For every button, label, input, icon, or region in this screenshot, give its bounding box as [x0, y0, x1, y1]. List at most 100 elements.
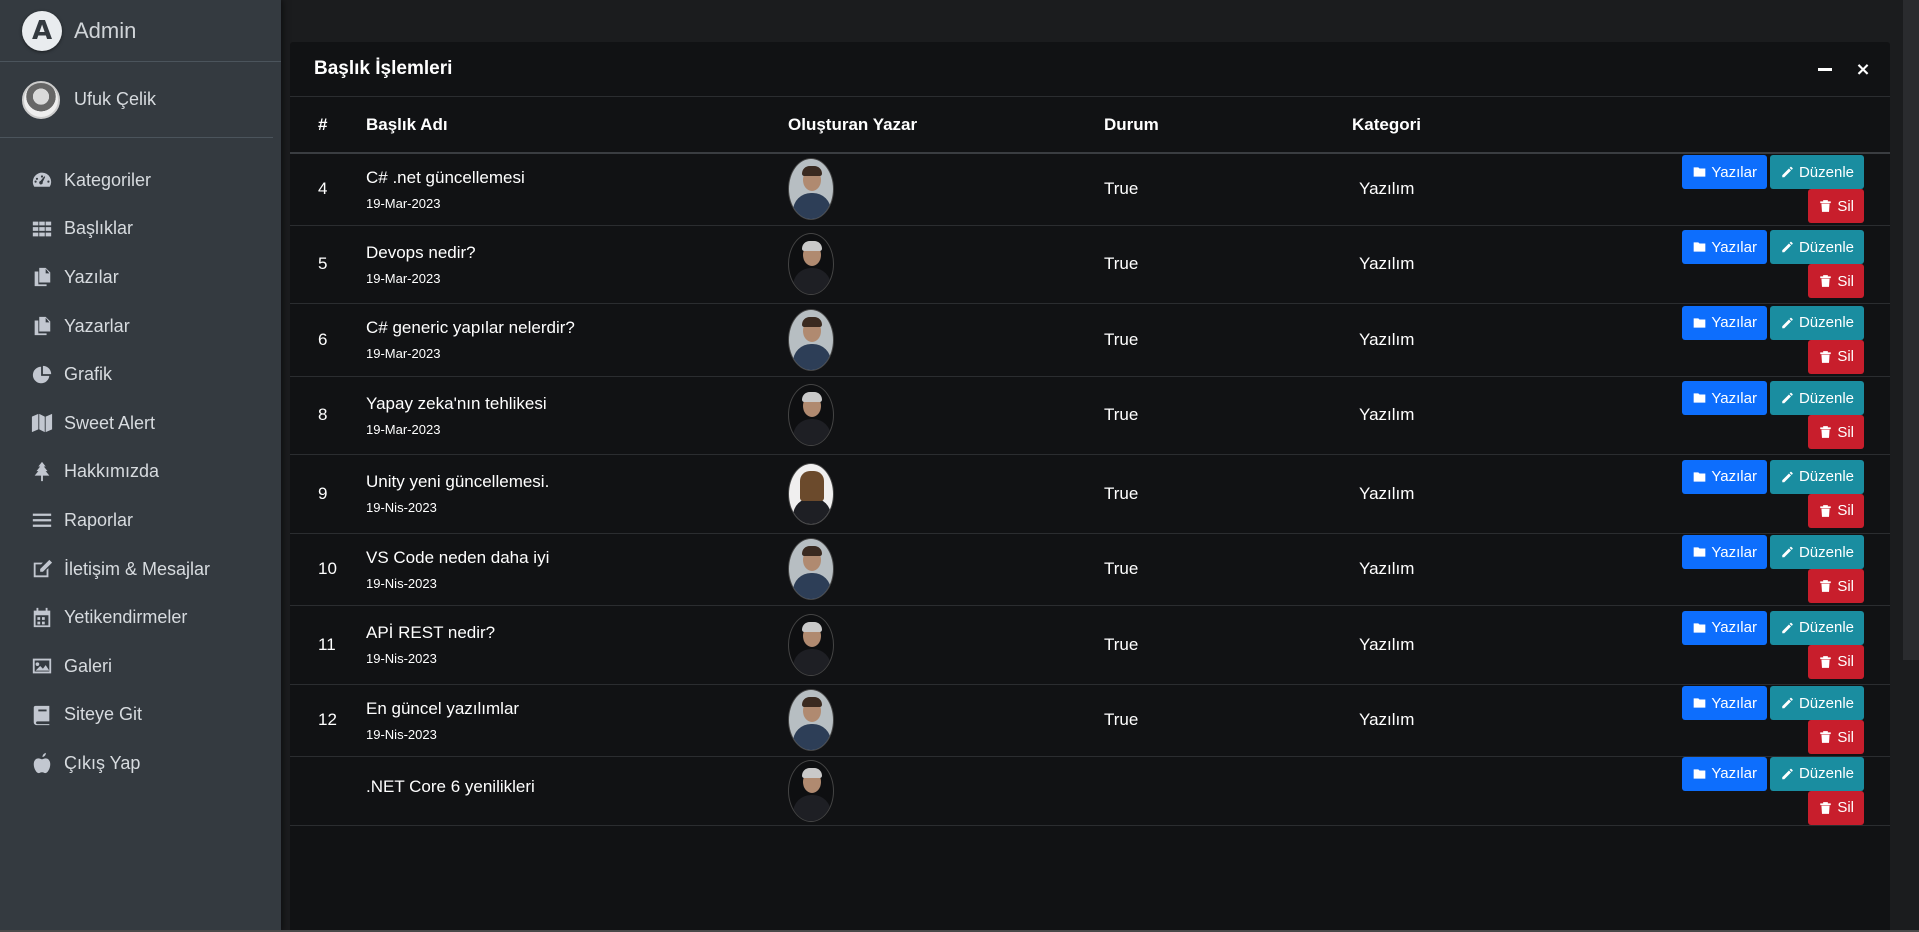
- sidebar-item-yazilar[interactable]: Yazılar: [0, 253, 281, 302]
- delete-button[interactable]: Sil: [1808, 790, 1864, 825]
- posts-button[interactable]: Yazılar: [1682, 305, 1767, 340]
- row-actions: Yazılar Düzenle Sil: [1632, 376, 1890, 454]
- row-author-cell: [788, 225, 1104, 303]
- brand-link[interactable]: A Admin: [0, 0, 281, 62]
- posts-button[interactable]: Yazılar: [1682, 459, 1767, 494]
- sidebar-item-basliklar[interactable]: Başlıklar: [0, 205, 281, 254]
- row-category: Yazılım: [1359, 405, 1415, 424]
- sidebar-item-label: Çıkış Yap: [64, 752, 141, 773]
- row-id: 5: [318, 254, 328, 273]
- sidebar-item-iletisim[interactable]: İletişim & Mesajlar: [0, 545, 281, 594]
- author-avatar: [788, 233, 834, 295]
- list-icon: [30, 509, 54, 531]
- row-category-cell: Yazılım: [1352, 684, 1632, 756]
- delete-button-label: Sil: [1837, 799, 1854, 816]
- posts-button[interactable]: Yazılar: [1682, 756, 1767, 791]
- row-category-cell: Yazılım: [1352, 376, 1632, 454]
- trash-icon: [1818, 199, 1837, 213]
- row-category-cell: Yazılım: [1352, 303, 1632, 376]
- delete-button[interactable]: Sil: [1808, 644, 1864, 679]
- headings-card: Başlık İşlemleri × # Başlık Adı Oluştura…: [290, 42, 1890, 932]
- row-category-cell: Yazılım: [1352, 533, 1632, 605]
- author-avatar: [788, 759, 834, 822]
- delete-button[interactable]: Sil: [1808, 569, 1864, 603]
- sidebar-item-cikis-yap[interactable]: Çıkış Yap: [0, 739, 281, 788]
- row-title-cell: En güncel yazılımlar 19-Nis-2023: [366, 684, 788, 756]
- edit-button[interactable]: Düzenle: [1769, 305, 1864, 340]
- edit-button[interactable]: Düzenle: [1769, 459, 1864, 494]
- row-id: 8: [318, 405, 328, 424]
- row-date: 19-Mar-2023: [366, 346, 441, 361]
- delete-button-label: Sil: [1837, 502, 1854, 519]
- page-scrollbar[interactable]: [1903, 0, 1919, 932]
- row-category: Yazılım: [1359, 634, 1415, 654]
- table-row: 8 Yapay zeka'nın tehlikesi 19-Mar-2023 T…: [290, 376, 1890, 454]
- row-actions: Yazılar Düzenle Sil: [1632, 533, 1890, 605]
- row-title: Devops nedir?: [366, 242, 476, 262]
- row-category: Yazılım: [1359, 254, 1415, 273]
- user-name[interactable]: Ufuk Çelik: [74, 89, 156, 110]
- posts-button[interactable]: Yazılar: [1682, 230, 1767, 264]
- sidebar-item-galeri[interactable]: Galeri: [0, 642, 281, 691]
- row-status: True: [1104, 634, 1139, 654]
- posts-button[interactable]: Yazılar: [1682, 610, 1767, 645]
- delete-button[interactable]: Sil: [1808, 493, 1864, 528]
- user-panel[interactable]: Ufuk Çelik: [0, 62, 273, 138]
- row-actions: Yazılar Düzenle Sil: [1632, 225, 1890, 303]
- sidebar-item-yazarlar[interactable]: Yazarlar: [0, 302, 281, 351]
- sidebar-item-sweet-alert[interactable]: Sweet Alert: [0, 399, 281, 448]
- edit-button[interactable]: Düzenle: [1769, 756, 1864, 791]
- edit-button[interactable]: Düzenle: [1769, 155, 1864, 190]
- posts-button[interactable]: Yazılar: [1682, 381, 1767, 415]
- card-header: Başlık İşlemleri ×: [290, 42, 1890, 97]
- row-id: 12: [318, 710, 337, 729]
- posts-button[interactable]: Yazılar: [1682, 535, 1767, 569]
- row-status: True: [1104, 483, 1139, 503]
- sidebar-item-label: Hakkımızda: [64, 461, 160, 482]
- brand-logo: A: [22, 10, 62, 51]
- sidebar-item-grafik[interactable]: Grafik: [0, 350, 281, 399]
- posts-button[interactable]: Yazılar: [1682, 155, 1767, 190]
- edit-button[interactable]: Düzenle: [1769, 381, 1864, 415]
- edit-button[interactable]: Düzenle: [1769, 535, 1864, 569]
- posts-button-label: Yazılar: [1711, 389, 1757, 407]
- folder-icon: [1692, 621, 1711, 635]
- edit-button-label: Düzenle: [1798, 694, 1854, 712]
- row-title-cell: Unity yeni güncellemesi. 19-Nis-2023: [366, 454, 788, 533]
- trash-icon: [1818, 730, 1837, 744]
- scrollbar-thumb[interactable]: [1903, 0, 1919, 660]
- sidebar-item-label: Galeri: [64, 655, 113, 676]
- column-header-actions: [1632, 97, 1890, 153]
- sidebar-item-siteye-git[interactable]: Siteye Git: [0, 691, 281, 740]
- sidebar-item-raporlar[interactable]: Raporlar: [0, 496, 281, 545]
- edit-button[interactable]: Düzenle: [1769, 686, 1864, 720]
- author-avatar: [788, 308, 834, 371]
- posts-button[interactable]: Yazılar: [1682, 686, 1767, 720]
- close-button[interactable]: ×: [1854, 59, 1872, 80]
- row-title: C# generic yapılar nelerdir?: [366, 318, 575, 337]
- delete-button[interactable]: Sil: [1808, 339, 1864, 374]
- delete-button[interactable]: Sil: [1808, 415, 1864, 449]
- row-actions: Yazılar Düzenle Sil: [1632, 684, 1890, 756]
- delete-button[interactable]: Sil: [1808, 264, 1864, 298]
- row-category: Yazılım: [1359, 329, 1415, 349]
- sidebar-item-yetkilendirmeler[interactable]: Yetikendirmeler: [0, 593, 281, 642]
- sidebar-item-hakkimizda[interactable]: Hakkımızda: [0, 448, 281, 497]
- delete-button-label: Sil: [1837, 728, 1854, 746]
- row-id: 10: [318, 559, 337, 578]
- pencil-icon: [1780, 470, 1799, 484]
- delete-button[interactable]: Sil: [1808, 189, 1864, 224]
- row-title-cell: C# generic yapılar nelerdir? 19-Mar-2023: [366, 303, 788, 376]
- edit-button[interactable]: Düzenle: [1769, 610, 1864, 645]
- row-actions: Yazılar Düzenle Sil: [1632, 454, 1890, 533]
- trash-icon: [1818, 655, 1837, 669]
- edit-button-label: Düzenle: [1798, 389, 1854, 407]
- pencil-icon: [1780, 165, 1799, 179]
- minimize-button[interactable]: [1816, 60, 1834, 78]
- row-date: 19-Nis-2023: [366, 500, 437, 515]
- sidebar-item-kategoriler[interactable]: Kategoriler: [0, 156, 281, 205]
- delete-button[interactable]: Sil: [1808, 720, 1864, 754]
- edit-button[interactable]: Düzenle: [1769, 230, 1864, 264]
- table-row: 12 En güncel yazılımlar 19-Nis-2023 True…: [290, 684, 1890, 756]
- pencil-icon: [1780, 545, 1799, 559]
